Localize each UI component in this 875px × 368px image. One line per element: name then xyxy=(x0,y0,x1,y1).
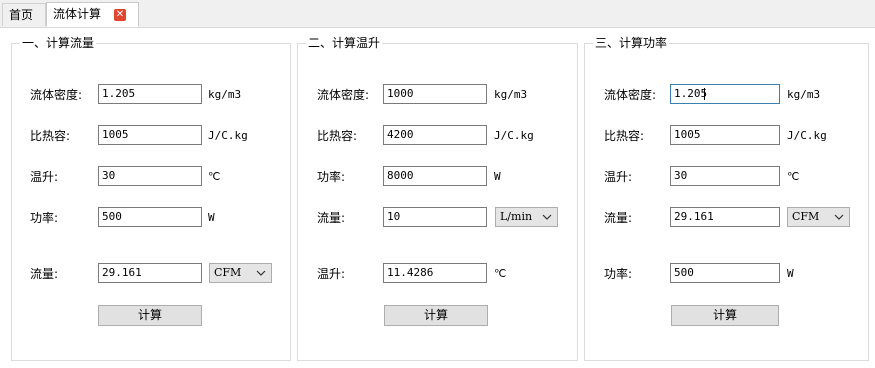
density-label: 流体密度: xyxy=(604,88,657,102)
chevron-down-icon xyxy=(256,270,266,276)
density-unit: kg/m3 xyxy=(208,88,242,101)
temp-rise-unit: ℃ xyxy=(787,170,800,183)
temp-rise-result-unit: ℃ xyxy=(494,267,507,280)
chevron-down-icon xyxy=(542,214,552,220)
temp-rise-result-label: 温升: xyxy=(317,267,346,281)
specific-heat-unit: J/C.kg xyxy=(208,129,248,142)
specific-heat-input[interactable]: 1005 xyxy=(670,125,780,145)
tab-fluid-calc[interactable]: 流体计算 ✕ xyxy=(46,2,139,27)
density-input[interactable]: 1000 xyxy=(383,84,487,104)
power-input[interactable]: 8000 xyxy=(383,166,487,186)
specific-heat-unit: J/C.kg xyxy=(787,129,827,142)
specific-heat-label: 比热容: xyxy=(604,129,645,143)
power-label: 功率: xyxy=(30,211,59,225)
tab-home-label: 首页 xyxy=(9,8,34,22)
flow-result-input[interactable]: 29.161 xyxy=(98,263,202,283)
tab-home[interactable]: 首页 xyxy=(2,3,46,26)
flow-unit-select[interactable]: L/min xyxy=(495,207,558,227)
flow-label: 流量: xyxy=(317,211,346,225)
flow-unit-select-value: L/min xyxy=(500,210,533,223)
density-input[interactable]: 1.205 xyxy=(670,84,780,104)
panel-temp-rise-title: 二、计算温升 xyxy=(306,35,383,51)
power-result-input[interactable]: 500 xyxy=(670,263,780,283)
panel-power-title: 三、计算功率 xyxy=(593,35,670,51)
chevron-down-icon xyxy=(834,214,844,220)
calculate-button[interactable]: 计算 xyxy=(384,305,488,326)
density-label: 流体密度: xyxy=(317,88,370,102)
specific-heat-label: 比热容: xyxy=(30,129,71,143)
tab-fluid-calc-label: 流体计算 xyxy=(53,7,102,21)
text-caret xyxy=(704,88,705,100)
power-unit: W xyxy=(494,170,501,183)
temp-rise-label: 温升: xyxy=(30,170,59,184)
flow-unit-select[interactable]: CFM xyxy=(787,207,850,227)
flow-input[interactable]: 10 xyxy=(383,207,487,227)
panel-flow: 一、计算流量 流体密度: 1.205 kg/m3 比热容: 1005 J/C.k… xyxy=(11,35,291,361)
power-unit: W xyxy=(208,211,215,224)
calculate-button[interactable]: 计算 xyxy=(671,305,779,326)
density-unit: kg/m3 xyxy=(494,88,528,101)
flow-input[interactable]: 29.161 xyxy=(670,207,780,227)
temp-rise-label: 温升: xyxy=(604,170,633,184)
power-result-unit: W xyxy=(787,267,794,280)
close-icon[interactable]: ✕ xyxy=(114,9,126,21)
power-label: 功率: xyxy=(317,170,346,184)
panel-flow-title: 一、计算流量 xyxy=(20,35,97,51)
power-result-label: 功率: xyxy=(604,267,633,281)
flow-unit-select[interactable]: CFM xyxy=(209,263,272,283)
specific-heat-input[interactable]: 1005 xyxy=(98,125,202,145)
specific-heat-unit: J/C.kg xyxy=(494,129,534,142)
specific-heat-label: 比热容: xyxy=(317,129,358,143)
density-input[interactable]: 1.205 xyxy=(98,84,202,104)
density-label: 流体密度: xyxy=(30,88,83,102)
tab-bar: 首页 流体计算 ✕ xyxy=(0,0,875,28)
specific-heat-input[interactable]: 4200 xyxy=(383,125,487,145)
panel-power: 三、计算功率 流体密度: 1.205 kg/m3 比热容: 1005 J/C.k… xyxy=(584,35,869,361)
flow-unit-select-value: CFM xyxy=(214,266,242,279)
flow-unit-select-value: CFM xyxy=(792,210,820,223)
density-unit: kg/m3 xyxy=(787,88,821,101)
temp-rise-input[interactable]: 30 xyxy=(670,166,780,186)
temp-rise-input[interactable]: 30 xyxy=(98,166,202,186)
flow-result-label: 流量: xyxy=(30,267,59,281)
temp-rise-result-input[interactable]: 11.4286 xyxy=(383,263,487,283)
calculate-button[interactable]: 计算 xyxy=(98,305,202,326)
flow-label: 流量: xyxy=(604,211,633,225)
power-input[interactable]: 500 xyxy=(98,207,202,227)
main-content: 一、计算流量 流体密度: 1.205 kg/m3 比热容: 1005 J/C.k… xyxy=(0,28,875,368)
temp-rise-unit: ℃ xyxy=(208,170,221,183)
panel-temp-rise: 二、计算温升 流体密度: 1000 kg/m3 比热容: 4200 J/C.kg… xyxy=(297,35,578,361)
